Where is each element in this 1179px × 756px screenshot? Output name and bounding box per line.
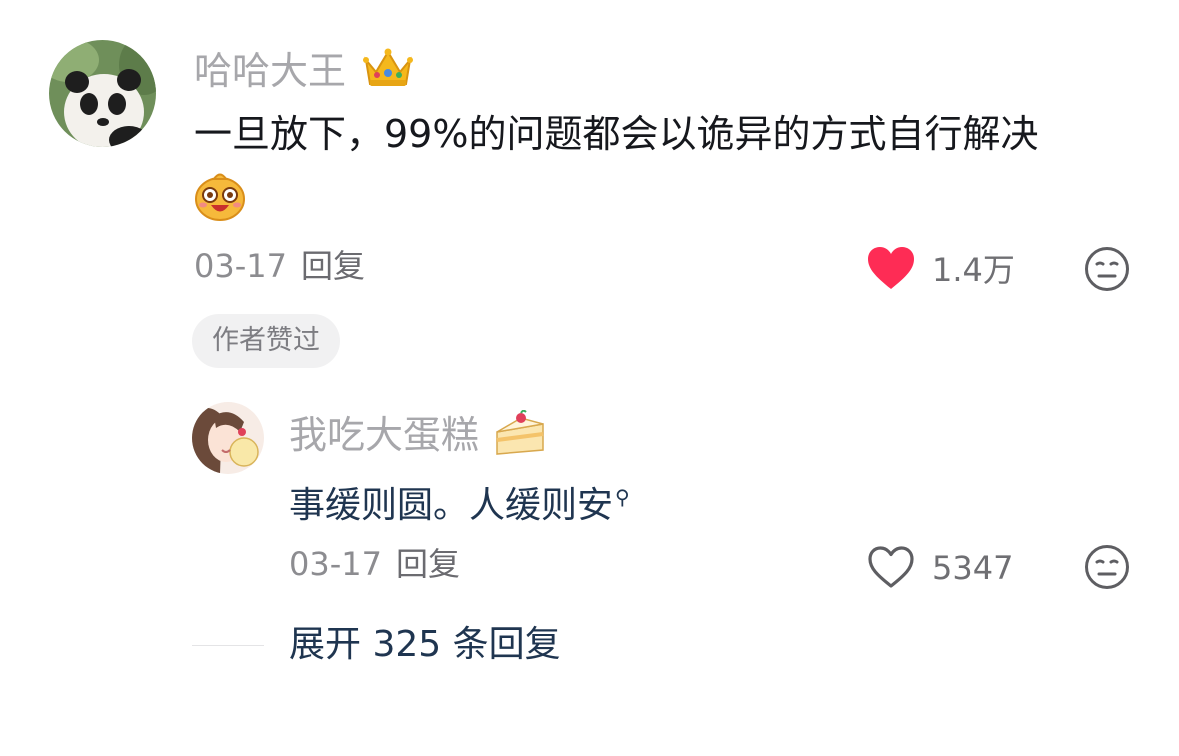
comment-date: 03-17 [194, 247, 287, 285]
replier-avatar[interactable] [192, 402, 264, 474]
heart-outline-icon [868, 546, 914, 588]
commenter-username-text: 哈哈大王 [194, 49, 347, 93]
reply-date: 03-17 [289, 545, 382, 583]
comment-like-count: 1.4万 [932, 251, 1015, 289]
expand-replies-button[interactable]: 展开 325 条回复 [289, 622, 561, 668]
reply-like-count: 5347 [932, 549, 1014, 587]
reply-meta: 03-17 回复 [289, 544, 460, 584]
reply-text-line: 事缓则圆。人缓则安 ⚲ [289, 474, 630, 529]
crown-icon [362, 46, 414, 99]
heart-filled-icon [868, 247, 914, 289]
dislike-face-icon[interactable] [1084, 246, 1130, 292]
reply-button[interactable]: 回复 [301, 247, 365, 285]
author-liked-badge: 作者赞过 [192, 314, 340, 368]
cake-icon [493, 409, 547, 465]
replier-username[interactable]: 我吃大蛋糕 [289, 409, 547, 465]
expand-divider [192, 645, 264, 646]
comment-meta: 03-17 回复 [194, 246, 365, 286]
comment-text: 一旦放下，99%的问题都会以诡异的方式自行解决 [194, 112, 1039, 156]
reply-text: 事缓则圆。人缓则安 [289, 485, 614, 526]
reply-dislike-face-icon[interactable] [1084, 544, 1130, 590]
search-icon[interactable]: ⚲ [615, 485, 630, 509]
commenter-avatar[interactable] [49, 40, 156, 147]
reply-like-button[interactable] [866, 544, 916, 590]
replier-username-text: 我吃大蛋糕 [289, 413, 480, 457]
reply-reply-button[interactable]: 回复 [396, 545, 460, 583]
commenter-username[interactable]: 哈哈大王 [194, 46, 414, 99]
laughing-face-icon [194, 170, 246, 222]
like-button[interactable] [866, 245, 916, 291]
